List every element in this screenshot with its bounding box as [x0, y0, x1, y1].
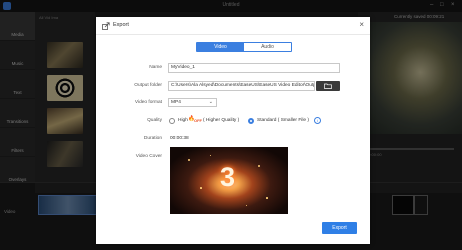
export-icon — [102, 22, 110, 30]
browse-button[interactable] — [316, 81, 340, 91]
export-button[interactable]: Export — [322, 222, 357, 234]
quality-badge: OFF — [194, 118, 202, 123]
video-format-value: MP4 — [171, 100, 181, 105]
dialog-header: Export × — [96, 17, 370, 35]
tab-video[interactable]: Video — [197, 43, 244, 51]
video-cover-label: Video Cover — [135, 154, 162, 159]
duration-label: Duration — [143, 136, 162, 141]
output-folder-label: Output folder — [134, 83, 162, 88]
quality-high-radio[interactable] — [169, 118, 175, 124]
name-field[interactable]: MyVideo_1 — [168, 63, 340, 73]
cover-number: 3 — [220, 162, 236, 192]
quality-standard-radio[interactable] — [248, 118, 254, 124]
tab-audio[interactable]: Audio — [244, 43, 291, 51]
close-icon[interactable]: × — [359, 20, 364, 30]
folder-icon — [324, 83, 332, 89]
name-label: Name — [149, 65, 162, 70]
info-icon[interactable]: i — [314, 117, 321, 124]
quality-high-label: High — [178, 118, 188, 123]
quality-label: Quality — [147, 118, 162, 123]
duration-value: 00:00:38 — [170, 136, 189, 141]
quality-high-desc: ( Higher Quality ) — [203, 118, 240, 123]
video-format-label: Video format — [134, 100, 162, 105]
dialog-title: Export — [113, 22, 129, 28]
video-format-select[interactable]: MP4 ⌄ — [168, 98, 217, 107]
output-folder-field[interactable]: C:\Users\Ala Alsyed\Documents\EaseUS\Eas… — [168, 81, 315, 91]
quality-standard-label: Standard ( Smaller File ) — [257, 118, 309, 123]
video-cover-image[interactable]: 3 — [170, 147, 288, 214]
export-dialog: Export × Video Audio Name MyVideo_1 Outp… — [96, 17, 370, 244]
export-type-tabs: Video Audio — [196, 42, 292, 52]
chevron-down-icon: ⌄ — [208, 99, 213, 105]
